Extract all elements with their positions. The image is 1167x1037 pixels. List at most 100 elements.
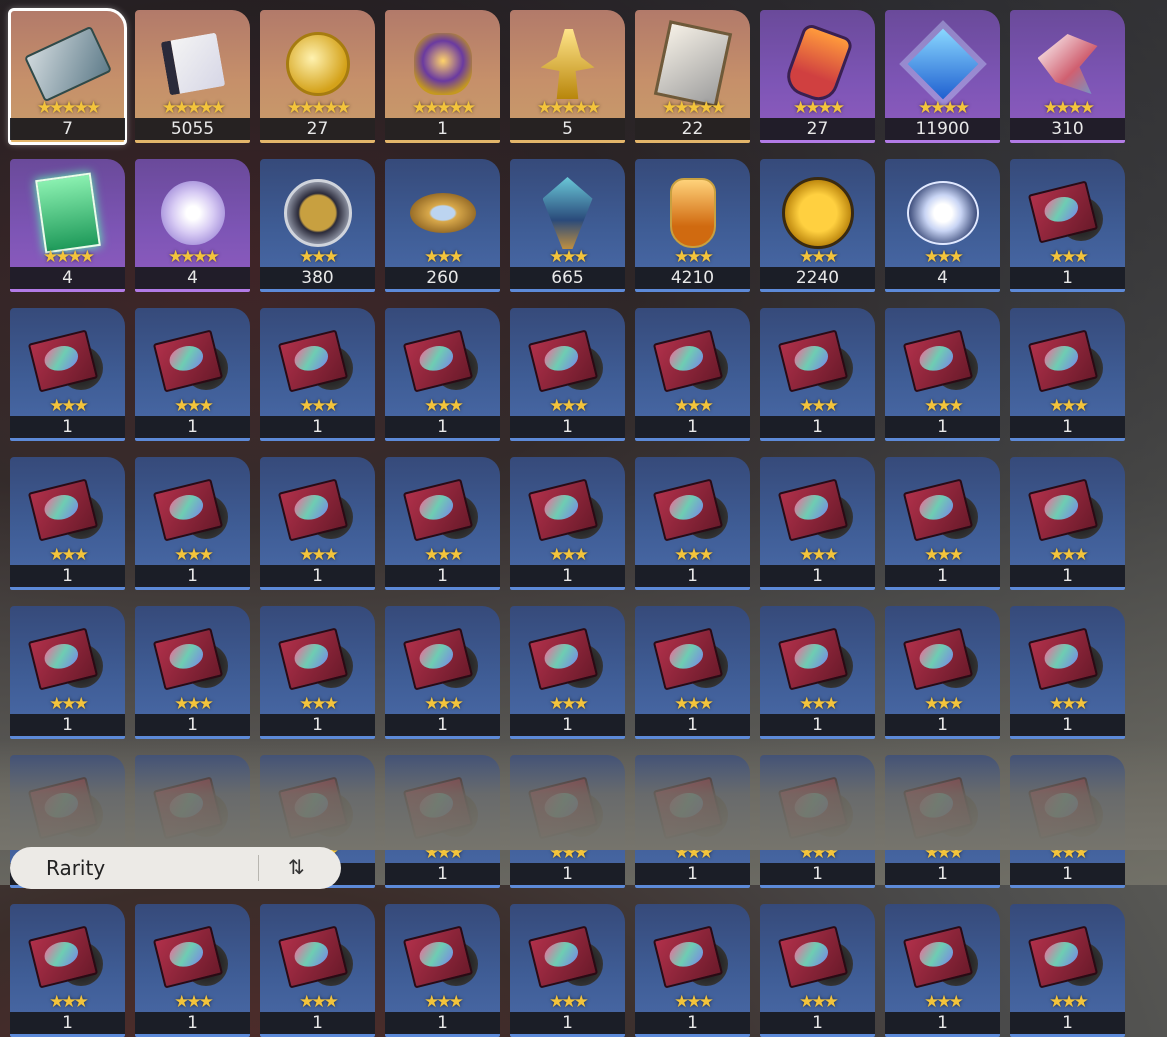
inventory-item[interactable]: ★★★1 xyxy=(635,606,750,739)
inventory-item[interactable]: ★★★1 xyxy=(510,904,625,1037)
inventory-item[interactable]: ★★★1 xyxy=(385,457,500,590)
inventory-item[interactable]: ★★★★★ 22 xyxy=(635,10,750,143)
vinyl-record-icon xyxy=(902,925,978,989)
inventory-item[interactable]: ★★★1 xyxy=(1010,159,1125,292)
inventory-item[interactable]: ★★★1 xyxy=(510,457,625,590)
rarity-stars: ★★★★★ xyxy=(161,98,226,118)
inventory-item[interactable]: ★★★1 xyxy=(385,606,500,739)
item-count: 22 xyxy=(635,118,750,140)
inventory-item[interactable]: ★★★1 xyxy=(10,606,125,739)
inventory-item[interactable]: ★★★1 xyxy=(135,606,250,739)
item-count: 1 xyxy=(1010,416,1125,438)
inventory-item[interactable]: ★★★1 xyxy=(385,308,500,441)
inventory-item[interactable]: ★★★★ 11900 xyxy=(885,10,1000,143)
vinyl-record-icon xyxy=(277,925,353,989)
inventory-item[interactable]: ★★★1 xyxy=(1010,308,1125,441)
inventory-item[interactable]: ★★★1 xyxy=(635,904,750,1037)
inventory-item[interactable]: ★★★1 xyxy=(760,606,875,739)
item-count: 1 xyxy=(510,863,625,885)
inventory-item[interactable]: ★★★★★ 1 xyxy=(385,10,500,143)
item-count: 1 xyxy=(10,565,125,587)
green-ticket-icon xyxy=(34,172,101,254)
inventory-item[interactable]: ★★★1 xyxy=(885,904,1000,1037)
book-icon xyxy=(160,32,225,96)
vinyl-record-icon xyxy=(652,925,728,989)
inventory-item[interactable]: ★★★1 xyxy=(10,308,125,441)
rarity-stars: ★★★ xyxy=(299,545,339,565)
item-count: 4210 xyxy=(635,267,750,289)
inventory-item[interactable]: ★★★1 xyxy=(885,308,1000,441)
sort-label[interactable]: Rarity xyxy=(46,856,105,880)
rarity-stars: ★★★ xyxy=(1049,396,1089,416)
inventory-item[interactable]: ★★★1 xyxy=(260,904,375,1037)
inventory-item[interactable]: ★★★★★ 5 xyxy=(510,10,625,143)
rarity-stars: ★★★ xyxy=(424,396,464,416)
rarity-stars: ★★★★★ xyxy=(411,98,476,118)
item-count: 1 xyxy=(385,714,500,736)
item-count: 1 xyxy=(10,416,125,438)
inventory-item[interactable]: ★★★1 xyxy=(260,606,375,739)
inventory-item[interactable]: ★★★1 xyxy=(135,457,250,590)
inventory-item[interactable]: ★★★1 xyxy=(1010,606,1125,739)
item-count: 27 xyxy=(260,118,375,140)
inventory-item[interactable]: ★★★1 xyxy=(510,606,625,739)
inventory-item[interactable]: ★★★1 xyxy=(1010,457,1125,590)
vinyl-record-icon xyxy=(277,478,353,542)
inventory-item[interactable]: ★★★ 380 xyxy=(260,159,375,292)
rarity-stars: ★★★ xyxy=(1049,545,1089,565)
sort-order-icon[interactable]: ⇅ xyxy=(288,855,305,879)
item-count: 1 xyxy=(635,863,750,885)
inventory-item[interactable]: ★★★1 xyxy=(760,904,875,1037)
rarity-stars: ★★★★★ xyxy=(661,98,726,118)
item-count: 11900 xyxy=(885,118,1000,140)
inventory-item[interactable]: ★★★1 xyxy=(135,308,250,441)
inventory-item[interactable]: ★★★1 xyxy=(510,308,625,441)
inventory-item[interactable]: ★★★1 xyxy=(10,457,125,590)
rarity-stars: ★★★ xyxy=(424,247,464,267)
vinyl-record-icon xyxy=(402,925,478,989)
inventory-item[interactable]: ★★★1 xyxy=(635,308,750,441)
vinyl-record-icon xyxy=(527,627,603,691)
inventory-item[interactable]: ★★★★ 27 xyxy=(760,10,875,143)
inventory-item[interactable]: ★★★★★ 7 xyxy=(8,8,127,145)
inventory-item[interactable]: ★★★1 xyxy=(135,904,250,1037)
silver-card-icon xyxy=(653,20,732,108)
item-count: 5055 xyxy=(135,118,250,140)
vinyl-record-icon xyxy=(1027,925,1103,989)
inventory-item[interactable]: ★★★1 xyxy=(760,457,875,590)
rarity-stars: ★★★ xyxy=(799,545,839,565)
inventory-item[interactable]: ★★★1 xyxy=(760,308,875,441)
inventory-item[interactable]: ★★★★ 310 xyxy=(1010,10,1125,143)
inventory-item[interactable]: ★★★★★ 27 xyxy=(260,10,375,143)
inventory-item[interactable]: ★★★★★ 5055 xyxy=(135,10,250,143)
inventory-item[interactable]: ★★★1 xyxy=(885,606,1000,739)
rarity-stars: ★★★ xyxy=(424,694,464,714)
inventory-item[interactable]: ★★★1 xyxy=(1010,904,1125,1037)
inventory-item[interactable]: ★★★1 xyxy=(10,904,125,1037)
inventory-item[interactable]: ★★★ 2240 xyxy=(760,159,875,292)
inventory-item[interactable]: ★★★★ 4 xyxy=(135,159,250,292)
sort-bar[interactable]: Rarity ⇅ xyxy=(10,847,341,889)
inventory-item[interactable]: ★★★ 260 xyxy=(385,159,500,292)
vinyl-record-icon xyxy=(902,329,978,393)
inventory-item[interactable]: ★★★ 665 xyxy=(510,159,625,292)
vinyl-record-icon xyxy=(1027,180,1103,244)
inventory-item[interactable]: ★★★ 4 xyxy=(885,159,1000,292)
inventory-item[interactable]: ★★★1 xyxy=(260,457,375,590)
inventory-item[interactable]: ★★★★ 4 xyxy=(10,159,125,292)
inventory-item[interactable]: ★★★1 xyxy=(385,904,500,1037)
item-count: 1 xyxy=(885,863,1000,885)
vinyl-record-icon xyxy=(27,329,103,393)
inventory-item[interactable]: ★★★1 xyxy=(885,457,1000,590)
inventory-item[interactable]: ★★★1 xyxy=(260,308,375,441)
rarity-stars: ★★★ xyxy=(1049,247,1089,267)
rarity-stars: ★★★★ xyxy=(1043,98,1095,118)
item-count: 1 xyxy=(260,714,375,736)
item-count: 1 xyxy=(260,1012,375,1034)
rarity-stars: ★★★ xyxy=(1049,992,1089,1012)
inventory-item[interactable]: ★★★ 4210 xyxy=(635,159,750,292)
rarity-stars: ★★★ xyxy=(299,396,339,416)
rarity-stars: ★★★ xyxy=(299,247,339,267)
item-count: 260 xyxy=(385,267,500,289)
inventory-item[interactable]: ★★★1 xyxy=(635,457,750,590)
